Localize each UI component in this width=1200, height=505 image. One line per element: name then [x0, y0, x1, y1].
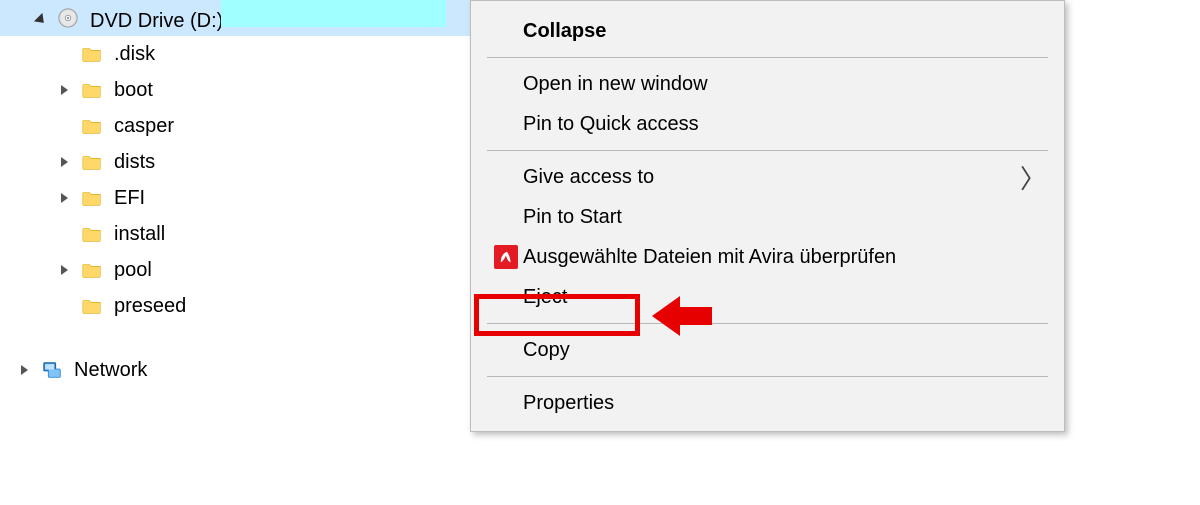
context-menu: Collapse Open in new window Pin to Quick…	[470, 0, 1065, 432]
network-icon	[40, 358, 64, 382]
expander-placeholder	[54, 296, 74, 316]
menu-item-label: Open in new window	[523, 64, 1046, 104]
folder-icon	[80, 294, 104, 318]
chevron-right-icon[interactable]	[54, 260, 74, 280]
chevron-right-icon[interactable]	[54, 152, 74, 172]
folder-icon	[80, 150, 104, 174]
menu-item-pin-quick-access[interactable]: Pin to Quick access	[471, 104, 1064, 144]
tree-item-label: casper	[114, 108, 174, 144]
chevron-right-icon[interactable]	[54, 188, 74, 208]
tree-item-label: DVD Drive (D:)	[90, 0, 446, 39]
expander-placeholder	[54, 44, 74, 64]
menu-item-label: Pin to Start	[523, 197, 1046, 237]
menu-item-label: Eject	[523, 277, 1046, 317]
tree-item-label: .disk	[114, 36, 155, 72]
menu-item-give-access-to[interactable]: Give access to 〉	[471, 157, 1064, 197]
menu-separator	[487, 323, 1048, 324]
tree-item-label: install	[114, 216, 165, 252]
menu-item-collapse[interactable]: Collapse	[471, 11, 1064, 51]
menu-item-label: Ausgewählte Dateien mit Avira überprüfen	[523, 237, 1046, 277]
folder-icon	[80, 222, 104, 246]
chevron-right-icon[interactable]	[54, 80, 74, 100]
folder-icon	[80, 258, 104, 282]
menu-separator	[487, 376, 1048, 377]
menu-item-label: Collapse	[523, 11, 1046, 51]
chevron-down-icon[interactable]	[30, 8, 50, 28]
tree-item-label: Network	[74, 352, 147, 388]
folder-icon	[80, 114, 104, 138]
expander-placeholder	[54, 116, 74, 136]
menu-item-eject[interactable]: Eject	[471, 277, 1064, 317]
tree-item-label: boot	[114, 72, 153, 108]
folder-icon	[80, 42, 104, 66]
folder-icon	[80, 186, 104, 210]
menu-item-label: Give access to	[523, 157, 1016, 197]
menu-separator	[487, 150, 1048, 151]
submenu-chevron-icon: 〉	[1016, 159, 1046, 196]
menu-item-label: Pin to Quick access	[523, 104, 1046, 144]
avira-icon	[489, 245, 523, 269]
tree-item-label: dists	[114, 144, 155, 180]
disc-icon	[56, 6, 80, 30]
expander-placeholder	[54, 224, 74, 244]
menu-item-copy[interactable]: Copy	[471, 330, 1064, 370]
menu-item-avira-scan[interactable]: Ausgewählte Dateien mit Avira überprüfen	[471, 237, 1064, 277]
tree-item-label: EFI	[114, 180, 145, 216]
menu-separator	[487, 57, 1048, 58]
menu-item-open-new-window[interactable]: Open in new window	[471, 64, 1064, 104]
menu-item-properties[interactable]: Properties	[471, 383, 1064, 423]
folder-icon	[80, 78, 104, 102]
tree-item-label: pool	[114, 252, 152, 288]
tree-item-label: preseed	[114, 288, 186, 324]
menu-item-pin-to-start[interactable]: Pin to Start	[471, 197, 1064, 237]
menu-item-label: Properties	[523, 383, 1046, 423]
menu-item-label: Copy	[523, 330, 1046, 370]
chevron-right-icon[interactable]	[14, 360, 34, 380]
